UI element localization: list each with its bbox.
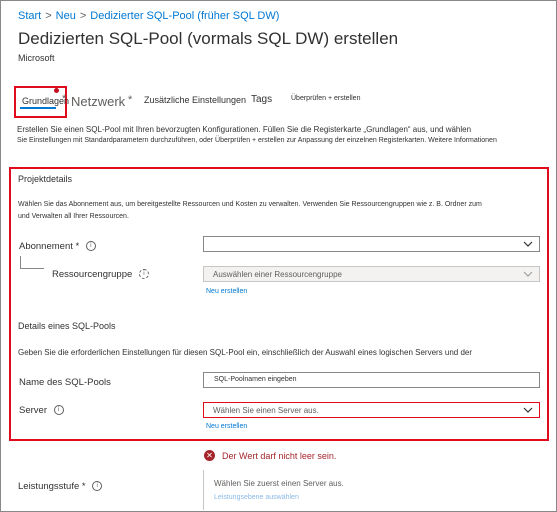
resource-group-placeholder: Auswählen einer Ressourcengruppe xyxy=(213,270,342,279)
page-title: Dedizierten SQL-Pool (vormals SQL DW) er… xyxy=(18,29,399,48)
sql-pool-name-placeholder: SQL-Poolnamen eingeben xyxy=(214,376,297,383)
server-placeholder: Wählen Sie einen Server aus. xyxy=(213,406,319,415)
sql-pool-details-description: Geben Sie die erforderlichen Einstellung… xyxy=(18,348,473,357)
project-details-heading: Projektdetails xyxy=(18,174,73,184)
tab-tags[interactable]: Tags xyxy=(251,94,272,105)
chevron-down-icon xyxy=(523,407,533,413)
breadcrumb-start[interactable]: Start xyxy=(18,10,41,22)
info-icon[interactable]: i xyxy=(85,241,96,252)
chevron-down-icon xyxy=(523,271,533,277)
tab-basics-required-marker: * xyxy=(62,93,67,105)
performance-level-label: Leistungsstufe * i xyxy=(18,481,103,492)
required-asterisk: * xyxy=(81,481,86,492)
select-performance-level-link[interactable]: Leistungsebene auswählen xyxy=(214,494,299,501)
server-error-message: Der Wert darf nicht leer sein. xyxy=(222,451,337,461)
project-details-description: Wählen Sie das Abonnement aus, um bereit… xyxy=(18,201,482,208)
server-label: Server i xyxy=(19,405,64,416)
sql-pool-name-label: Name des SQL-Pools xyxy=(19,377,111,388)
breadcrumb-separator: > xyxy=(45,10,52,22)
resource-group-label: Ressourcengruppe i xyxy=(52,269,149,280)
error-icon: ✕ xyxy=(204,450,215,461)
project-details-description-2: und Verwalten all Ihrer Ressourcen. xyxy=(18,213,129,220)
tab-review-create[interactable]: Überprüfen + erstellen xyxy=(291,95,360,102)
subscription-label: Abonnement * i xyxy=(19,241,96,252)
breadcrumb-new[interactable]: Neu xyxy=(56,10,76,22)
refresh-icon[interactable]: i xyxy=(138,269,149,280)
tree-connector xyxy=(20,256,44,269)
performance-level-panel: Wählen Sie zuerst einen Server aus. Leis… xyxy=(203,470,541,510)
tab-network[interactable]: Netzwerk xyxy=(71,94,125,109)
sql-pool-name-input[interactable]: SQL-Poolnamen eingeben xyxy=(203,372,540,388)
intro-line-2: Sie Einstellungen mit Standardparametern… xyxy=(17,137,497,144)
intro-line-1: Erstellen Sie einen SQL-Pool mit Ihren b… xyxy=(17,125,472,134)
create-new-server-link[interactable]: Neu erstellen xyxy=(206,423,247,430)
tab-network-required-marker: * xyxy=(128,94,133,106)
required-asterisk: * xyxy=(75,241,80,252)
resource-group-dropdown[interactable]: Auswählen einer Ressourcengruppe xyxy=(203,266,540,282)
server-dropdown[interactable]: Wählen Sie einen Server aus. xyxy=(203,402,540,418)
create-new-resource-group-link[interactable]: Neu erstellen xyxy=(206,288,247,295)
breadcrumb-sql-pool[interactable]: Dedizierter SQL-Pool (früher SQL DW) xyxy=(90,10,279,22)
publisher-label: Microsoft xyxy=(18,53,55,63)
tab-error-dot xyxy=(54,88,59,93)
subscription-dropdown[interactable] xyxy=(203,236,540,252)
sql-pool-details-heading: Details eines SQL-Pools xyxy=(18,321,116,331)
tab-additional-settings[interactable]: Zusätzliche Einstellungen xyxy=(144,95,246,105)
breadcrumb-separator: > xyxy=(79,10,87,22)
performance-level-hint: Wählen Sie zuerst einen Server aus. xyxy=(214,479,344,488)
project-details-highlight xyxy=(9,167,549,441)
chevron-down-icon xyxy=(523,241,533,247)
tab-active-indicator xyxy=(20,107,56,109)
info-icon[interactable]: i xyxy=(92,481,103,492)
breadcrumb: Start > Neu > Dedizierter SQL-Pool (früher S… xyxy=(18,10,279,22)
info-icon[interactable]: i xyxy=(53,405,64,416)
